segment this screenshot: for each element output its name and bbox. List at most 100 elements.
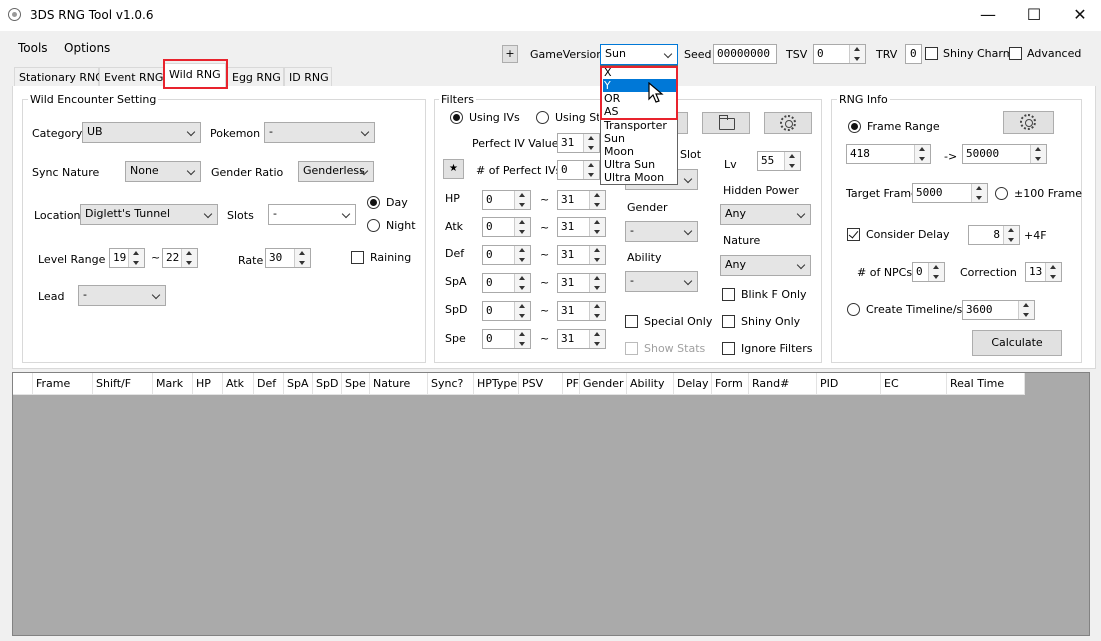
- level-min-input[interactable]: 19: [109, 248, 145, 268]
- rate-spinner[interactable]: [294, 249, 310, 267]
- column-header[interactable]: HP: [193, 373, 223, 395]
- column-header[interactable]: PF: [563, 373, 580, 395]
- menu-options[interactable]: Options: [64, 41, 110, 55]
- consider-delay-checkbox[interactable]: [847, 228, 860, 241]
- spd-min-spinner[interactable]: [514, 302, 530, 320]
- option-or[interactable]: OR: [603, 92, 620, 105]
- tab-event-rng[interactable]: Event RNG: [99, 67, 164, 87]
- timeline-input[interactable]: 3600: [962, 300, 1035, 320]
- num-perfect-ivs-spinner[interactable]: [583, 161, 599, 179]
- column-header[interactable]: Real Time: [947, 373, 1025, 395]
- nature-filter-select[interactable]: Any: [720, 255, 811, 276]
- num-perfect-ivs-input[interactable]: 0: [557, 160, 600, 180]
- column-header[interactable]: EC: [881, 373, 947, 395]
- correction-spinner[interactable]: [1045, 263, 1061, 281]
- tab-stationary-rng[interactable]: Stationary RNG: [14, 67, 104, 87]
- column-header[interactable]: Rand#: [749, 373, 817, 395]
- option-transporter[interactable]: Transporter: [603, 119, 667, 132]
- def-max-spinner[interactable]: [589, 246, 605, 264]
- shiny-only-checkbox[interactable]: [722, 315, 735, 328]
- raining-checkbox[interactable]: [351, 251, 364, 264]
- spe-min-input[interactable]: 0: [482, 329, 531, 349]
- column-header[interactable]: Atk: [223, 373, 254, 395]
- frame-range-radio[interactable]: [848, 120, 861, 133]
- spa-max-input[interactable]: 31: [557, 273, 606, 293]
- special-only-checkbox[interactable]: [625, 315, 638, 328]
- menu-tools[interactable]: Tools: [18, 41, 48, 55]
- seed-input[interactable]: 00000000: [713, 44, 777, 64]
- option-ultra-sun[interactable]: Ultra Sun: [603, 158, 655, 171]
- target-frame-spinner[interactable]: [971, 184, 987, 202]
- def-min-input[interactable]: 0: [482, 245, 531, 265]
- calculate-button[interactable]: Calculate: [972, 330, 1062, 356]
- spa-max-spinner[interactable]: [589, 274, 605, 292]
- column-header[interactable]: PID: [817, 373, 881, 395]
- delay-input[interactable]: 8: [968, 225, 1020, 245]
- spd-min-input[interactable]: 0: [482, 301, 531, 321]
- column-header[interactable]: Nature: [370, 373, 428, 395]
- hp-min-spinner[interactable]: [514, 191, 530, 209]
- create-timeline-radio[interactable]: [847, 303, 860, 316]
- category-select[interactable]: UB: [82, 122, 201, 143]
- def-max-input[interactable]: 31: [557, 245, 606, 265]
- blink-f-only-checkbox[interactable]: [722, 288, 735, 301]
- ability-filter-select[interactable]: -: [625, 271, 698, 292]
- spe-min-spinner[interactable]: [514, 330, 530, 348]
- column-header[interactable]: Shift/F: [93, 373, 153, 395]
- plus-minus-100-radio[interactable]: [995, 187, 1008, 200]
- column-header[interactable]: Mark: [153, 373, 193, 395]
- location-select[interactable]: Diglett's Tunnel: [80, 204, 218, 225]
- tab-wild-rng[interactable]: Wild RNG: [164, 63, 226, 87]
- tab-egg-rng[interactable]: Egg RNG: [227, 67, 284, 87]
- atk-max-spinner[interactable]: [589, 218, 605, 236]
- tsv-spinner[interactable]: [849, 45, 865, 63]
- lv-spinner[interactable]: [784, 152, 800, 170]
- perfect-iv-spinner[interactable]: [583, 134, 599, 152]
- trv-input[interactable]: 0: [905, 44, 922, 64]
- column-header[interactable]: PSV: [519, 373, 563, 395]
- advanced-checkbox[interactable]: [1009, 47, 1022, 60]
- column-header[interactable]: Sync?: [428, 373, 474, 395]
- frame-min-input[interactable]: 418: [846, 144, 931, 164]
- game-version-select[interactable]: Sun: [600, 44, 678, 65]
- column-header[interactable]: HPType: [474, 373, 519, 395]
- spe-max-input[interactable]: 31: [557, 329, 606, 349]
- tsv-input[interactable]: 0: [813, 44, 866, 64]
- spa-min-input[interactable]: 0: [482, 273, 531, 293]
- hp-max-input[interactable]: 31: [557, 190, 606, 210]
- shiny-charm-checkbox[interactable]: [925, 47, 938, 60]
- atk-min-input[interactable]: 0: [482, 217, 531, 237]
- delay-spinner[interactable]: [1003, 226, 1019, 244]
- spd-max-input[interactable]: 31: [557, 301, 606, 321]
- target-frame-input[interactable]: 5000: [912, 183, 988, 203]
- option-y[interactable]: Y: [603, 79, 676, 92]
- atk-min-spinner[interactable]: [514, 218, 530, 236]
- level-min-spinner[interactable]: [128, 249, 144, 267]
- rng-settings-button[interactable]: [1003, 111, 1054, 134]
- level-max-input[interactable]: 22: [162, 248, 198, 268]
- spd-max-spinner[interactable]: [589, 302, 605, 320]
- using-ivs-radio[interactable]: [450, 111, 463, 124]
- night-radio[interactable]: [367, 219, 380, 232]
- column-header[interactable]: Delay: [674, 373, 712, 395]
- frame-max-input[interactable]: 50000: [962, 144, 1047, 164]
- add-button[interactable]: +: [502, 45, 518, 63]
- ignore-filters-checkbox[interactable]: [722, 342, 735, 355]
- hp-max-spinner[interactable]: [589, 191, 605, 209]
- def-min-spinner[interactable]: [514, 246, 530, 264]
- option-x[interactable]: X: [603, 66, 612, 79]
- option-moon[interactable]: Moon: [603, 145, 634, 158]
- column-header[interactable]: Frame: [33, 373, 93, 395]
- using-stats-radio[interactable]: [536, 111, 549, 124]
- gender-ratio-select[interactable]: Genderless: [298, 161, 374, 182]
- option-ultra-moon[interactable]: Ultra Moon: [603, 171, 664, 184]
- rate-input[interactable]: 30: [265, 248, 311, 268]
- pokemon-select[interactable]: -: [264, 122, 375, 143]
- open-folder-button[interactable]: [702, 112, 750, 134]
- column-header[interactable]: SpA: [284, 373, 313, 395]
- maximize-button[interactable]: ☐: [1011, 0, 1057, 31]
- tab-id-rng[interactable]: ID RNG: [284, 67, 332, 87]
- lv-input[interactable]: 55: [757, 151, 801, 171]
- close-button[interactable]: ✕: [1057, 0, 1101, 31]
- column-header[interactable]: Gender: [580, 373, 627, 395]
